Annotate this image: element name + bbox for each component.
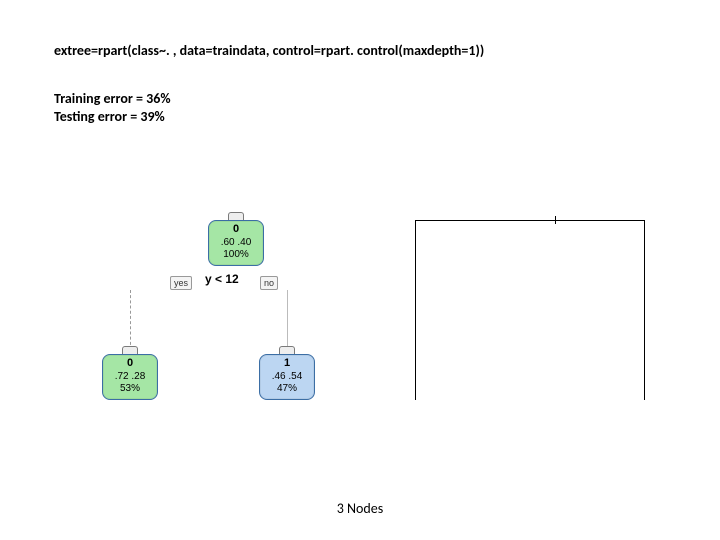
chart-axis-top xyxy=(415,220,645,221)
error-block: Training error = 36% Testing error = 39% xyxy=(54,90,171,126)
node-probs: .72 .28 xyxy=(103,371,157,384)
split-no-tag: no xyxy=(260,276,278,290)
chart-axis-left xyxy=(415,220,416,400)
chart-tick xyxy=(555,216,556,224)
tree-edge-right xyxy=(287,290,288,350)
right-chart-frame xyxy=(415,220,645,400)
tree-node-right: 1 .46 .54 47% xyxy=(259,354,315,400)
tree-node-root: 0 .60 .40 100% xyxy=(208,220,264,266)
chart-axis-right xyxy=(644,220,645,400)
testing-error: Testing error = 39% xyxy=(54,108,171,126)
node-pct: 53% xyxy=(103,383,157,396)
figure-caption: 3 Nodes xyxy=(0,500,720,517)
decision-tree: 0 .60 .40 100% yes y < 12 no 0 .72 .28 5… xyxy=(55,190,385,450)
tree-edge-left xyxy=(130,290,131,350)
node-class: 0 xyxy=(103,357,157,371)
node-tab xyxy=(279,346,295,354)
training-error: Training error = 36% xyxy=(54,90,171,108)
tree-node-left: 0 .72 .28 53% xyxy=(102,354,158,400)
node-class: 1 xyxy=(260,357,314,371)
node-pct: 47% xyxy=(260,383,314,396)
node-tab xyxy=(122,346,138,354)
split-rule: y < 12 xyxy=(205,272,239,286)
code-line: extree=rpart(class~. , data=traindata, c… xyxy=(54,42,484,59)
split-yes-tag: yes xyxy=(170,276,192,290)
node-class: 0 xyxy=(209,223,263,237)
node-pct: 100% xyxy=(209,249,263,262)
node-probs: .46 .54 xyxy=(260,371,314,384)
node-probs: .60 .40 xyxy=(209,237,263,250)
node-tab xyxy=(228,212,244,220)
